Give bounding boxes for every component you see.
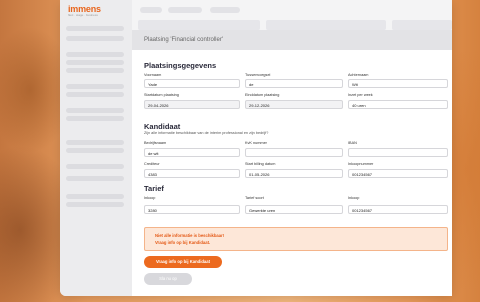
section-title-placement: Plaatsingsgegevens <box>144 61 217 70</box>
purchase-rate-field[interactable]: 3280 <box>144 205 240 214</box>
rate-type-field[interactable]: Gewerkte uren <box>245 205 343 214</box>
purchase-field[interactable]: 001234567 <box>348 205 448 214</box>
field-label: Inkoopnummer <box>348 162 374 166</box>
last-name-field[interactable]: Wit <box>348 79 448 88</box>
field-label: Inzet per week <box>348 93 373 97</box>
creditor-field[interactable]: 4383 <box>144 169 240 178</box>
field-label: Crediteur <box>144 162 160 166</box>
field-label: Startdatum plaatsing <box>144 93 179 97</box>
page-title: Plaatsing 'Financial controller' <box>144 37 223 43</box>
sidebar-item[interactable] <box>66 202 124 207</box>
logo-tagline: flexi · stage · business <box>68 13 98 17</box>
sidebar-item[interactable] <box>66 36 124 41</box>
field-label: IBAN <box>348 141 357 145</box>
topbar-item[interactable] <box>140 7 162 13</box>
start-date-field[interactable]: 29-04-2026 <box>144 100 240 109</box>
field-label: Start billing datum <box>245 162 276 166</box>
field-label: Achternaam <box>348 73 369 77</box>
field-label: Voornaam <box>144 73 162 77</box>
section-title-candidate: Kandidaat <box>144 122 181 131</box>
end-date-field[interactable]: 29-12-2026 <box>245 100 343 109</box>
infix-field[interactable]: de <box>245 79 343 88</box>
topbar-item[interactable] <box>210 7 240 13</box>
sidebar: immens flexi · stage · business <box>60 0 132 296</box>
sidebar-item[interactable] <box>66 92 124 97</box>
alert-line-1: Niet alle informatie is beschikbaar! <box>155 233 225 238</box>
field-label: Inkoop <box>348 196 360 200</box>
billing-start-date-field[interactable]: 01-05-2026 <box>245 169 343 178</box>
company-name-field[interactable]: de wit <box>144 148 240 157</box>
sidebar-item[interactable] <box>66 52 124 57</box>
tab[interactable] <box>266 20 386 30</box>
field-label: Inkoop <box>144 196 156 200</box>
sidebar-item[interactable] <box>66 26 124 31</box>
save-button[interactable]: Sla nu op <box>144 273 192 285</box>
purchase-number-field[interactable]: 001234567 <box>348 169 448 178</box>
sidebar-item[interactable] <box>66 84 124 89</box>
request-info-button[interactable]: Vraag info op bij Kandidaat <box>144 256 222 268</box>
candidate-hint: Zijn alle informatie beschikbaar van de … <box>144 131 269 135</box>
field-label: Einddatum plaatsing <box>245 93 280 97</box>
field-label: KvK nummer <box>245 141 267 145</box>
sidebar-item[interactable] <box>66 60 124 65</box>
topbar-item[interactable] <box>168 7 202 13</box>
field-label: Tussenvoegsel <box>245 73 271 77</box>
tab[interactable] <box>138 20 260 30</box>
tab[interactable] <box>392 20 452 30</box>
sidebar-item[interactable] <box>66 194 124 199</box>
field-label: Bedrijfsnaam <box>144 141 167 145</box>
first-name-field[interactable]: Yade <box>144 79 240 88</box>
sidebar-item[interactable] <box>66 68 124 73</box>
field-label: Tarief soort <box>245 196 264 200</box>
coc-number-field[interactable] <box>245 148 343 157</box>
sidebar-item[interactable] <box>66 140 124 145</box>
sidebar-item[interactable] <box>66 148 124 153</box>
sidebar-item[interactable] <box>66 164 124 169</box>
iban-field[interactable] <box>348 148 448 157</box>
warning-alert: Niet alle informatie is beschikbaar! Vra… <box>144 227 448 251</box>
sidebar-item[interactable] <box>66 108 124 113</box>
hours-per-week-field[interactable]: 40 uren <box>348 100 448 109</box>
sidebar-item[interactable] <box>66 176 124 181</box>
sidebar-item[interactable] <box>66 116 124 121</box>
section-title-rate: Tarief <box>144 184 164 193</box>
alert-line-2: Vraag info op bij Kandidaat. <box>155 240 211 245</box>
